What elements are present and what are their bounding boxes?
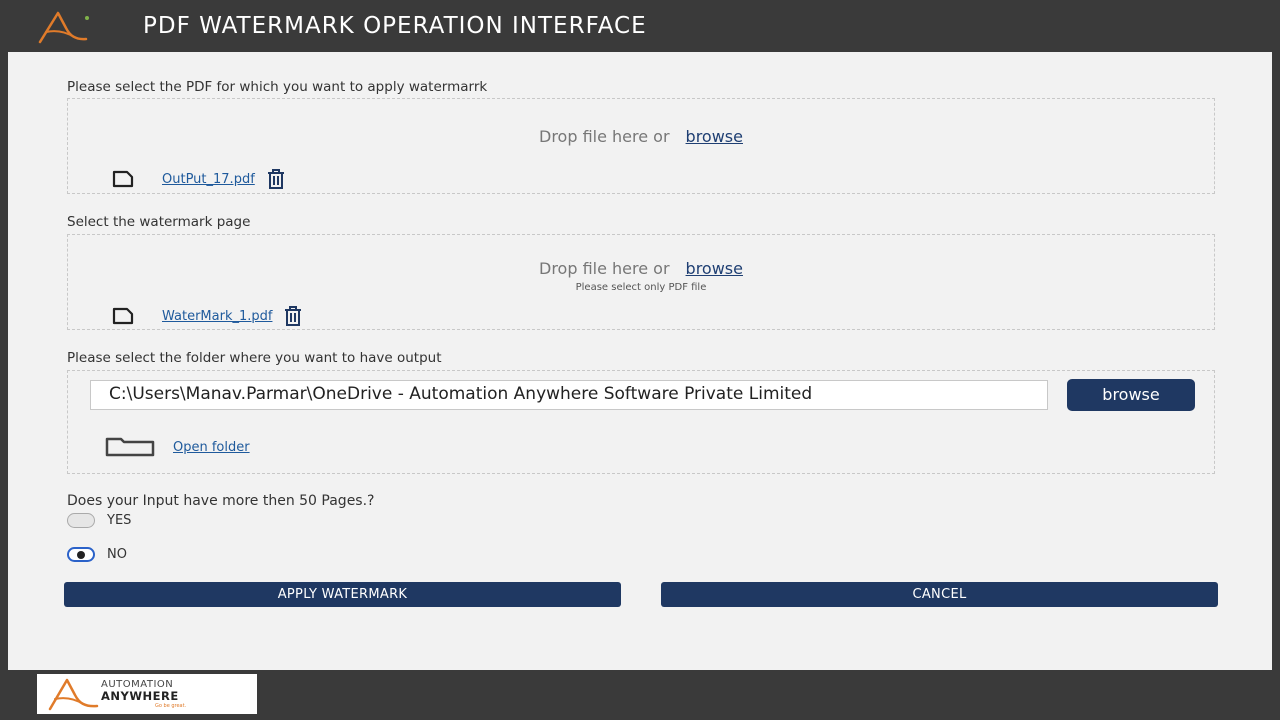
no-label: NO xyxy=(107,547,127,562)
footer-logo-tagline: Go be great. xyxy=(155,703,187,709)
watermark-file-link[interactable]: WaterMark_1.pdf xyxy=(162,309,272,324)
pdf-select-label: Please select the PDF for which you want… xyxy=(67,79,488,95)
yes-radio-button[interactable] xyxy=(67,513,95,528)
watermark-drop-prompt: Drop file here or browse xyxy=(68,259,1214,278)
output-folder-label: Please select the folder where you want … xyxy=(67,350,442,366)
automation-anywhere-logo-icon xyxy=(38,11,89,44)
watermark-select-label: Select the watermark page xyxy=(67,214,251,230)
pdf-file-link[interactable]: OutPut_17.pdf xyxy=(162,172,255,187)
output-browse-button[interactable]: browse xyxy=(1067,379,1195,411)
automation-anywhere-logo-icon xyxy=(48,678,99,711)
watermark-dropzone[interactable]: Drop file here or browse Please select on… xyxy=(67,234,1215,330)
radio-option-no[interactable]: NO xyxy=(67,547,127,562)
folder-icon xyxy=(105,437,155,457)
trash-icon[interactable] xyxy=(284,306,302,326)
main-panel: Please select the PDF for which you want… xyxy=(8,52,1272,670)
pdf-dropzone[interactable]: Drop file here or browse OutPut_17.pdf xyxy=(67,98,1215,194)
pdf-only-hint: Please select only PDF file xyxy=(575,282,707,293)
pdf-drop-prompt: Drop file here or browse xyxy=(68,127,1214,146)
yes-label: YES xyxy=(107,513,132,528)
output-path-input[interactable]: C:\Users\Manav.Parmar\OneDrive - Automat… xyxy=(90,380,1048,410)
no-radio-button[interactable] xyxy=(67,547,95,562)
pages-question: Does your Input have more then 50 Pages.… xyxy=(67,493,375,509)
window-title: PDF WATERMARK OPERATION INTERFACE xyxy=(143,13,647,39)
open-folder-row: Open folder xyxy=(105,437,250,457)
file-icon xyxy=(112,170,134,188)
radio-option-yes[interactable]: YES xyxy=(67,513,131,528)
title-bar: PDF WATERMARK OPERATION INTERFACE xyxy=(0,0,1280,52)
watermark-file-row: WaterMark_1.pdf xyxy=(112,306,302,326)
footer-logo: AUTOMATION ANYWHERE Go be great. xyxy=(37,674,257,714)
pdf-browse-link[interactable]: browse xyxy=(686,127,743,146)
app-window: PDF WATERMARK OPERATION INTERFACE Please… xyxy=(0,0,1280,720)
trash-icon[interactable] xyxy=(267,169,285,189)
watermark-browse-link[interactable]: browse xyxy=(686,259,743,278)
footer-bar: AUTOMATION ANYWHERE Go be great. xyxy=(0,670,1280,720)
pdf-file-row: OutPut_17.pdf xyxy=(112,169,285,189)
open-folder-link[interactable]: Open folder xyxy=(173,440,250,455)
cancel-button[interactable]: CANCEL xyxy=(661,582,1218,607)
apply-watermark-button[interactable]: APPLY WATERMARK xyxy=(64,582,621,607)
file-icon xyxy=(112,307,134,325)
footer-logo-line2: ANYWHERE xyxy=(101,689,179,703)
pdf-drop-text: Drop file here or xyxy=(539,127,670,146)
watermark-drop-text: Drop file here or xyxy=(539,259,670,278)
